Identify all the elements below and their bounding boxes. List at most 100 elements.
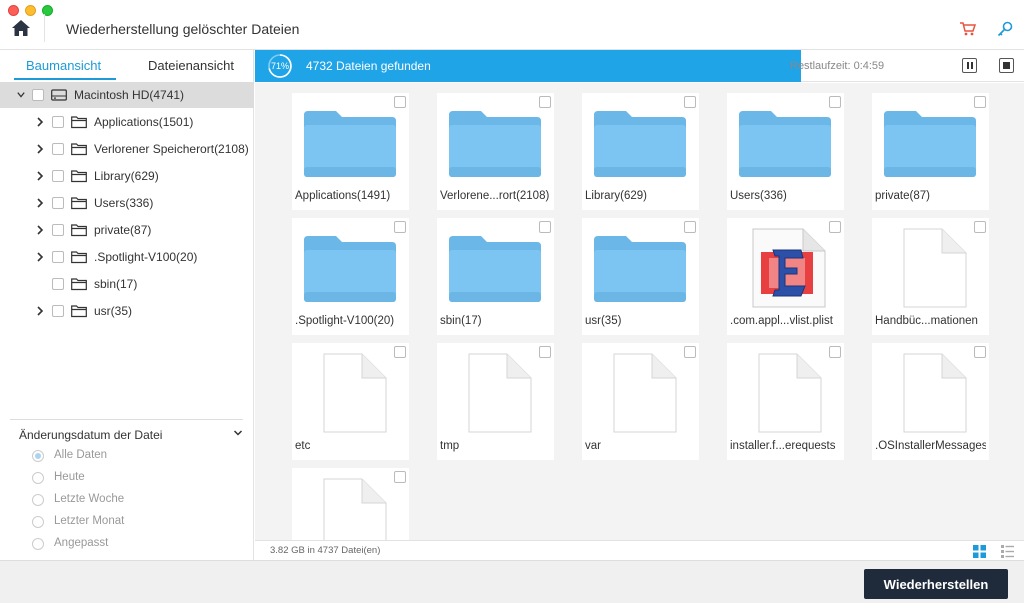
file-tile[interactable]: Verlorene...rort(2108) [437, 93, 554, 210]
chevron-right-icon[interactable] [36, 225, 44, 235]
radio-label: Letzte Woche [54, 493, 125, 505]
date-filter-option[interactable]: Heute [32, 470, 232, 488]
document-icon [884, 228, 976, 308]
chevron-right-icon[interactable] [36, 117, 44, 127]
file-tile[interactable]: var [582, 343, 699, 460]
file-tile[interactable]: installer.f...erequests [727, 343, 844, 460]
tree-item-label: .Spotlight-V100(20) [94, 250, 198, 264]
file-tile[interactable]: Applications(1491) [292, 93, 409, 210]
file-grid: Applications(1491) Verlorene...rort(2108)… [255, 83, 1024, 540]
list-view-icon[interactable] [1001, 545, 1014, 558]
tab-file-view[interactable]: Dateienansicht [148, 58, 234, 73]
tree-checkbox[interactable] [52, 116, 64, 128]
tree-checkbox[interactable] [52, 251, 64, 263]
tree-item[interactable]: Users(336) [0, 190, 254, 216]
radio-button[interactable] [32, 516, 44, 528]
folder-icon [884, 103, 976, 183]
tree-checkbox[interactable] [52, 143, 64, 155]
file-tile[interactable]: Users(336) [727, 93, 844, 210]
folder-icon [71, 224, 87, 237]
tree-item-label: Library(629) [94, 169, 159, 183]
cart-icon[interactable] [960, 22, 976, 36]
left-pane: Baumansicht Dateienansicht Macintosh HD(… [0, 50, 254, 560]
folder-icon [71, 143, 87, 156]
tree-checkbox[interactable] [52, 305, 64, 317]
document-icon [739, 353, 831, 433]
chevron-right-icon[interactable] [36, 171, 44, 181]
key-icon[interactable] [997, 21, 1013, 37]
file-label: var [585, 440, 601, 452]
file-tile[interactable] [292, 468, 409, 540]
tree-item[interactable]: .Spotlight-V100(20) [0, 244, 254, 270]
tree-checkbox[interactable] [52, 197, 64, 209]
chevron-right-icon[interactable] [36, 306, 44, 316]
tree-item-label: Applications(1501) [94, 115, 194, 129]
file-label: etc [295, 440, 311, 452]
file-label: .com.appl...vlist.plist [730, 315, 833, 327]
hard-drive-icon [51, 89, 67, 101]
folder-icon [71, 116, 87, 129]
date-filter-option[interactable]: Alle Daten [32, 448, 232, 466]
tree-item[interactable]: private(87) [0, 217, 254, 243]
radio-button[interactable] [32, 472, 44, 484]
folder-icon [71, 197, 87, 210]
folder-icon [594, 228, 686, 308]
file-tile[interactable]: sbin(17) [437, 218, 554, 335]
date-filter-option[interactable]: Letzte Woche [32, 492, 232, 510]
file-tile[interactable]: .OSInstallerMessages [872, 343, 989, 460]
tree-item-label: Macintosh HD(4741) [74, 88, 185, 102]
document-icon [304, 478, 396, 540]
date-filter-option[interactable]: Letzter Monat [32, 514, 232, 532]
home-icon[interactable] [12, 20, 30, 36]
date-filter-option[interactable]: Angepasst [32, 536, 232, 554]
file-label: usr(35) [585, 315, 622, 327]
minimize-window-button[interactable] [25, 5, 36, 16]
file-label: sbin(17) [440, 315, 482, 327]
tab-tree-view[interactable]: Baumansicht [26, 58, 101, 73]
radio-label: Angepasst [54, 537, 109, 549]
title-bar: Wiederherstellung gelöschter Dateien [0, 0, 1024, 50]
chevron-right-icon[interactable] [36, 144, 44, 154]
folder-icon [304, 103, 396, 183]
radio-button[interactable] [32, 538, 44, 550]
tree-item[interactable]: usr(35) [0, 298, 254, 324]
progress-percent: 71% [270, 61, 289, 71]
tree-item-label: private(87) [94, 223, 152, 237]
tree-checkbox[interactable] [32, 89, 44, 101]
chevron-down-icon[interactable] [233, 428, 243, 438]
folder-icon [304, 228, 396, 308]
file-tile[interactable]: .com.appl...vlist.plist [727, 218, 844, 335]
chevron-right-icon[interactable] [36, 198, 44, 208]
close-window-button[interactable] [8, 5, 19, 16]
file-tile[interactable]: Library(629) [582, 93, 699, 210]
app-title: Wiederherstellung gelöschter Dateien [66, 21, 300, 37]
file-tile[interactable]: etc [292, 343, 409, 460]
pause-button[interactable] [962, 58, 977, 73]
chevron-right-icon[interactable] [36, 252, 44, 262]
radio-button[interactable] [32, 494, 44, 506]
tree-item-root[interactable]: Macintosh HD(4741) [0, 82, 254, 108]
scan-progress-bar: 71% 4732 Dateien gefunden Restlaufzeit: … [255, 50, 1024, 82]
title-separator [44, 14, 45, 42]
tree-item[interactable]: Verlorener Speicherort(2108) [0, 136, 254, 162]
view-tabs: Baumansicht Dateienansicht [0, 50, 254, 80]
radio-button[interactable] [32, 450, 44, 462]
file-tile[interactable]: private(87) [872, 93, 989, 210]
tree-checkbox[interactable] [52, 224, 64, 236]
file-tile[interactable]: .Spotlight-V100(20) [292, 218, 409, 335]
file-tile[interactable]: tmp [437, 343, 554, 460]
tree-checkbox[interactable] [52, 170, 64, 182]
tree-item[interactable]: Library(629) [0, 163, 254, 189]
file-tile[interactable]: Handbüc...mationen [872, 218, 989, 335]
chevron-down-icon[interactable] [17, 90, 25, 100]
recover-button[interactable]: Wiederherstellen [864, 569, 1008, 599]
tree-item[interactable]: sbin(17) [0, 271, 254, 297]
file-tile[interactable]: usr(35) [582, 218, 699, 335]
file-label: Users(336) [730, 190, 787, 202]
grid-view-icon[interactable] [973, 545, 986, 558]
tree-item[interactable]: Applications(1501) [0, 109, 254, 135]
tree-checkbox[interactable] [52, 278, 64, 290]
stop-button[interactable] [999, 58, 1014, 73]
folder-icon [71, 170, 87, 183]
file-label: private(87) [875, 190, 930, 202]
